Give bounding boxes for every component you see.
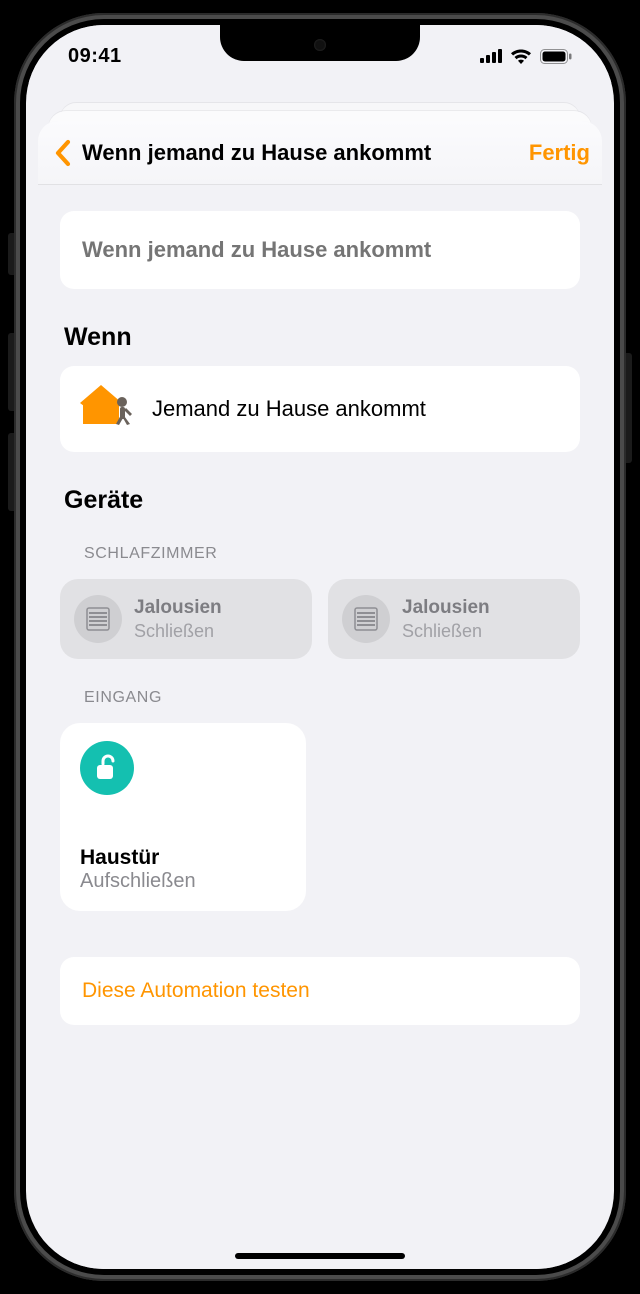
- device-tile-title: Jalousien: [402, 596, 490, 620]
- unlock-icon: [80, 741, 134, 795]
- section-header-devices: Geräte: [64, 486, 576, 515]
- device-tile-title: Jalousien: [134, 596, 222, 620]
- device-tile-state: Schließen: [402, 620, 490, 643]
- automation-sheet: Wenn jemand zu Hause ankommt Fertig Wenn: [38, 121, 602, 1269]
- device-tile-state: Schließen: [134, 620, 222, 643]
- cellular-icon: [480, 49, 502, 63]
- automation-name-input[interactable]: [82, 237, 558, 263]
- volume-up-button: [8, 333, 14, 411]
- when-condition-label: Jemand zu Hause ankommt: [152, 396, 426, 422]
- wifi-icon: [510, 48, 532, 64]
- automation-name-card[interactable]: [60, 211, 580, 289]
- device-tile-blinds[interactable]: Jalousien Schließen: [60, 579, 312, 659]
- device-tile-front-door[interactable]: Haustür Aufschließen: [60, 723, 306, 911]
- volume-down-button: [8, 433, 14, 511]
- chevron-left-icon: [54, 139, 72, 167]
- room-label-entrance: EINGANG: [84, 689, 576, 707]
- test-automation-button[interactable]: Diese Automation testen: [60, 957, 580, 1025]
- side-button: [8, 233, 14, 275]
- power-button: [626, 353, 632, 463]
- section-header-when: Wenn: [64, 323, 576, 352]
- blinds-icon: [342, 595, 390, 643]
- when-condition-row[interactable]: Jemand zu Hause ankommt: [60, 366, 580, 452]
- phone-frame: 09:41: [14, 13, 626, 1281]
- test-automation-label: Diese Automation testen: [82, 979, 310, 1002]
- blinds-icon: [74, 595, 122, 643]
- screen: 09:41: [26, 25, 614, 1269]
- back-button[interactable]: [46, 133, 80, 173]
- arrive-home-icon: [80, 384, 136, 434]
- home-indicator[interactable]: [235, 1253, 405, 1259]
- device-tile-state: Aufschließen: [80, 870, 286, 893]
- status-icons: [480, 48, 572, 64]
- notch: [220, 25, 420, 61]
- status-time: 09:41: [68, 45, 122, 68]
- device-tile-title: Haustür: [80, 846, 286, 870]
- room-label-bedroom: SCHLAFZIMMER: [84, 545, 576, 563]
- device-tile-blinds[interactable]: Jalousien Schließen: [328, 579, 580, 659]
- done-button[interactable]: Fertig: [521, 140, 590, 166]
- nav-title: Wenn jemand zu Hause ankommt: [80, 140, 521, 166]
- battery-icon: [540, 49, 572, 64]
- nav-bar: Wenn jemand zu Hause ankommt Fertig: [38, 121, 602, 185]
